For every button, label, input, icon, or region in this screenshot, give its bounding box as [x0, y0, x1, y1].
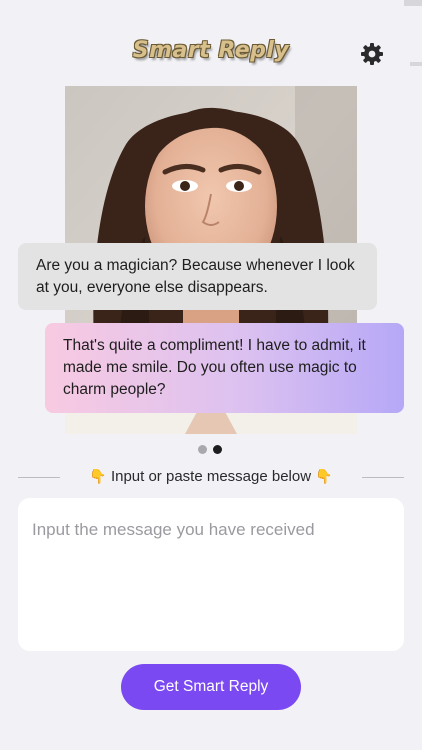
pointing-down-icon: 👇 — [315, 468, 333, 484]
reply-message-bubble: That's quite a compliment! I have to adm… — [45, 323, 404, 413]
carousel-dot-active[interactable] — [213, 445, 222, 454]
input-hint-text: Input or paste message below — [110, 468, 312, 485]
get-smart-reply-button[interactable]: Get Smart Reply — [121, 664, 301, 710]
pointing-down-icon: 👇 — [89, 468, 107, 484]
received-message-bubble: Are you a magician? Because whenever I l… — [18, 243, 377, 310]
gear-icon[interactable] — [360, 42, 384, 66]
divider-line — [18, 477, 60, 478]
carousel-dot[interactable] — [198, 445, 207, 454]
divider-line — [362, 477, 404, 478]
app-title: Smart Reply — [132, 38, 290, 63]
input-hint: 👇 Input or paste message below 👇 — [68, 468, 354, 485]
header: Smart Reply — [0, 0, 422, 100]
message-input[interactable] — [32, 520, 390, 629]
carousel-dots — [198, 445, 228, 455]
message-input-box — [18, 498, 404, 651]
